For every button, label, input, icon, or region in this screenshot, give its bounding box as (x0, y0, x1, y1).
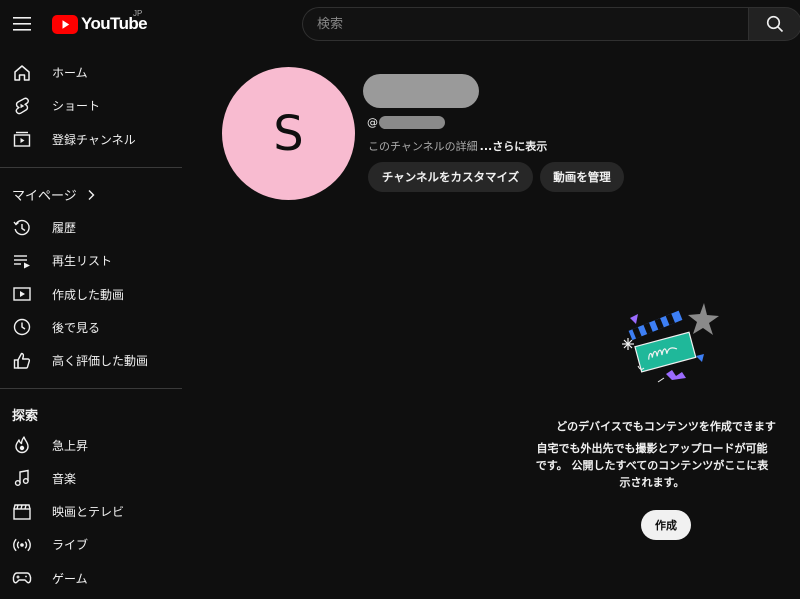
sidebar-item-gaming[interactable]: ゲーム (0, 562, 182, 595)
music-icon (12, 468, 32, 488)
sidebar-item-label: 音楽 (52, 471, 77, 486)
sidebar-item-label: ショート (52, 99, 101, 114)
empty-state-description: 自宅でも外出先でも撮影とアップロードが可能です。 公開したすべてのコンテンツがこ… (535, 442, 769, 489)
movies-icon (12, 502, 32, 522)
customize-channel-button[interactable]: チャンネルをカスタマイズ (368, 162, 533, 192)
home-icon (12, 63, 32, 83)
sidebar: ホーム ショート 登録チャンネル マイページ 履歴 再生リスト 作成した動画 後… (0, 56, 182, 595)
search-box (302, 7, 748, 41)
hamburger-menu-icon (13, 17, 31, 31)
sidebar-item-label: 後で見る (52, 320, 101, 335)
youtube-play-icon (52, 14, 78, 34)
search-icon (766, 15, 784, 33)
sidebar-item-label: ライブ (52, 538, 89, 553)
show-more-link[interactable]: ...さらに表示 (480, 140, 548, 153)
sidebar-item-label: ホーム (52, 66, 88, 81)
sidebar-explore-title: 探索 (12, 408, 39, 424)
channel-handle: @ (367, 115, 445, 129)
gaming-icon (12, 568, 32, 588)
sidebar-divider (0, 166, 182, 168)
avatar-letter: S (273, 105, 304, 162)
top-bar: YouTube JP (0, 0, 800, 48)
sidebar-divider (0, 388, 182, 390)
search-input[interactable] (303, 8, 748, 40)
trending-icon (12, 435, 32, 455)
liked-videos-icon (12, 351, 32, 371)
empty-state-title: どのデバイスでもコンテンツを作成できます (556, 420, 776, 433)
handle-prefix: @ (367, 115, 378, 129)
channel-name-redacted (363, 74, 479, 108)
sidebar-item-trending[interactable]: 急上昇 (0, 428, 182, 461)
about-text: このチャンネルの詳細 (368, 140, 478, 153)
create-content-illustration-icon (622, 303, 719, 383)
sidebar-item-label: ゲーム (52, 571, 88, 586)
sidebar-item-history[interactable]: 履歴 (0, 211, 182, 244)
sidebar-item-live[interactable]: ライブ (0, 528, 182, 561)
subscriptions-icon (12, 129, 32, 149)
live-icon (12, 535, 32, 555)
shorts-icon (12, 96, 32, 116)
history-icon (12, 218, 32, 238)
sidebar-item-subscriptions[interactable]: 登録チャンネル (0, 123, 182, 156)
sidebar-item-shorts[interactable]: ショート (0, 89, 182, 122)
section-label: マイページ (12, 189, 77, 205)
sidebar-item-your-videos[interactable]: 作成した動画 (0, 277, 182, 310)
sidebar-item-label: 作成した動画 (52, 287, 125, 302)
sidebar-item-liked-videos[interactable]: 高く評価した動画 (0, 344, 182, 377)
your-videos-icon (12, 284, 32, 304)
sidebar-item-label: 再生リスト (52, 254, 113, 269)
sidebar-item-label: 映画とテレビ (52, 505, 125, 520)
channel-avatar[interactable]: S (222, 67, 355, 200)
sidebar-item-label: 登録チャンネル (52, 132, 136, 147)
watch-later-icon (12, 317, 32, 337)
sidebar-item-music[interactable]: 音楽 (0, 462, 182, 495)
sidebar-you-section[interactable]: マイページ (0, 179, 182, 211)
sidebar-item-label: 履歴 (52, 221, 77, 236)
sidebar-item-label: 高く評価した動画 (52, 354, 149, 369)
sidebar-item-movies[interactable]: 映画とテレビ (0, 495, 182, 528)
sidebar-item-watch-later[interactable]: 後で見る (0, 311, 182, 344)
handle-redacted (379, 115, 445, 129)
search-button[interactable] (748, 7, 800, 41)
manage-videos-button[interactable]: 動画を管理 (540, 162, 624, 192)
region-code: JP (133, 9, 143, 18)
sidebar-item-label: 急上昇 (52, 438, 89, 453)
chevron-right-icon (88, 189, 95, 200)
sidebar-item-playlists[interactable]: 再生リスト (0, 244, 182, 277)
sidebar-item-home[interactable]: ホーム (0, 56, 182, 89)
channel-about[interactable]: このチャンネルの詳細 ...さらに表示 (368, 138, 547, 154)
playlists-icon (12, 251, 32, 271)
menu-button[interactable] (6, 8, 38, 40)
create-button[interactable]: 作成 (641, 510, 691, 540)
